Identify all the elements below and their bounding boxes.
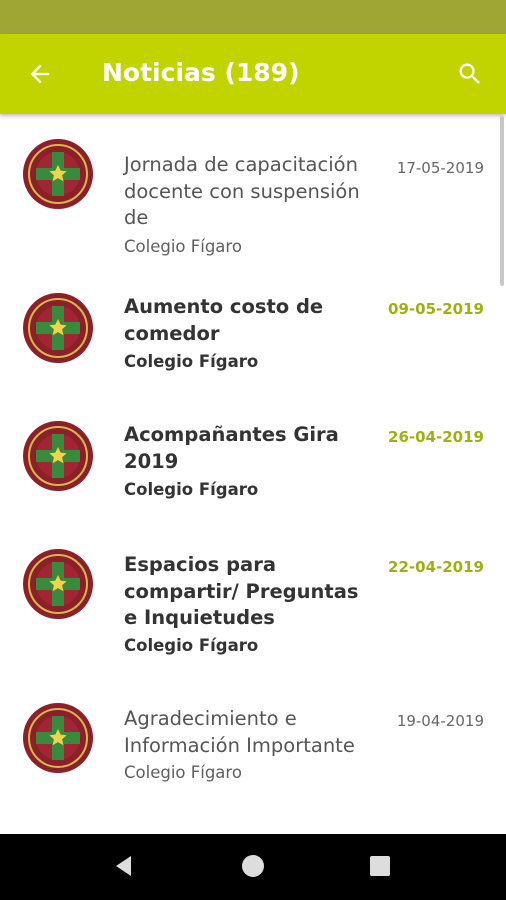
news-list[interactable]: Jornada de capacitación docente con susp… (0, 114, 506, 834)
school-crest-logo (23, 549, 93, 619)
news-source: Colegio Fígaro (124, 763, 242, 782)
school-crest-logo (23, 293, 93, 363)
news-title: Aumento costo de comedor (124, 295, 324, 345)
school-crest-logo (23, 703, 93, 773)
news-item[interactable]: Acompañantes Gira 2019 Colegio Fígaro 26… (0, 410, 500, 526)
news-source: Colegio Fígaro (124, 636, 259, 655)
news-title: Acompañantes Gira 2019 (124, 423, 339, 473)
system-nav-bar (0, 834, 506, 900)
news-source: Colegio Fígaro (124, 352, 259, 371)
square-recent-apps-icon[interactable] (370, 856, 390, 876)
news-title: Espacios para compartir/ Preguntas e Inq… (124, 553, 359, 629)
news-title: Jornada de capacitación docente con susp… (124, 153, 360, 229)
status-bar (0, 0, 506, 34)
search-icon (459, 63, 480, 84)
back-button[interactable] (18, 52, 62, 96)
scrollbar[interactable] (500, 116, 504, 286)
news-date: 17-05-2019 (396, 159, 484, 177)
news-date: 22-04-2019 (388, 558, 484, 576)
school-crest-logo (23, 139, 93, 209)
news-item[interactable]: Espacios para compartir/ Preguntas e Inq… (0, 540, 500, 680)
school-crest-logo (23, 421, 93, 491)
news-item[interactable]: Aumento costo de comedor Colegio Fígaro … (0, 282, 500, 398)
news-date: 09-05-2019 (388, 300, 484, 318)
app-bar: Noticias (189) (0, 34, 506, 114)
news-item[interactable]: Jornada de capacitación docente con susp… (0, 128, 500, 268)
news-source: Colegio Fígaro (124, 480, 259, 499)
circle-home-icon[interactable] (242, 855, 264, 877)
news-item[interactable]: Agradecimiento e Información Importante … (0, 694, 500, 810)
news-date: 26-04-2019 (388, 428, 484, 446)
arrow-left-icon (30, 64, 50, 84)
news-source: Colegio Fígaro (124, 237, 242, 256)
news-title: Agradecimiento e Información Importante (124, 707, 355, 757)
search-button[interactable] (448, 52, 492, 96)
news-date: 19-04-2019 (396, 712, 484, 730)
page-title: Noticias (189) (102, 58, 300, 87)
triangle-back-icon[interactable] (112, 854, 136, 878)
